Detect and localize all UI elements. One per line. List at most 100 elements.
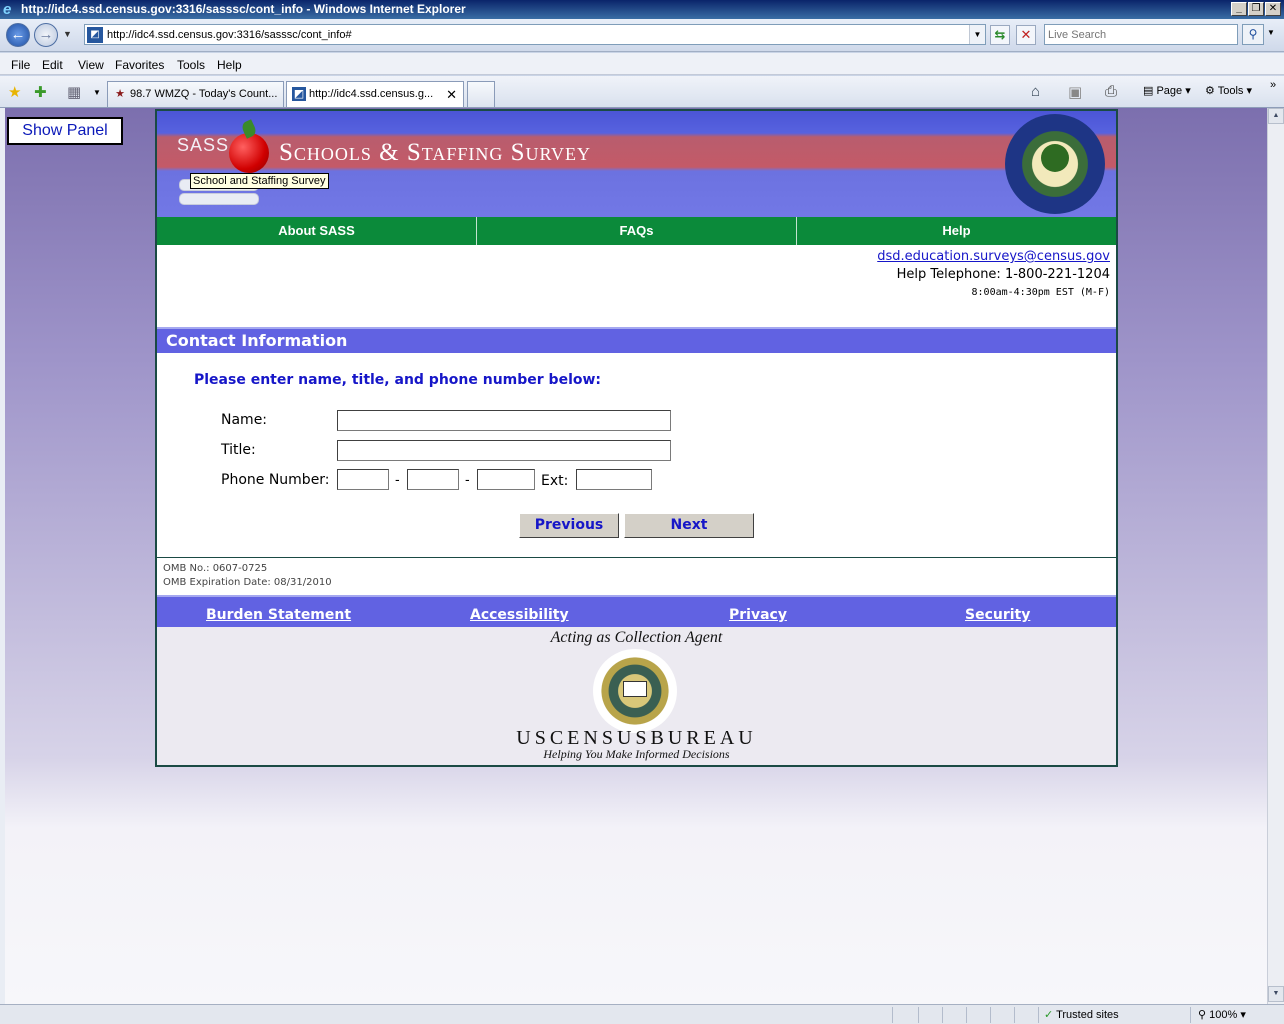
search-icon[interactable]: ⚲ (1242, 24, 1264, 45)
tab-census[interactable]: ◩ http://idc4.ssd.census.g... ✕ (286, 81, 464, 107)
address-toolbar: ← → ▼ ◩ http://idc4.ssd.census.gov:3316/… (0, 19, 1284, 52)
favorites-star-icon[interactable]: ★ (8, 83, 21, 101)
phone-area-code-input[interactable] (337, 469, 389, 490)
survey-title: Schools & Staffing Survey (279, 139, 592, 166)
nav-faqs[interactable]: FAQs (477, 217, 797, 245)
wmzq-favicon-icon: ★ (115, 88, 125, 100)
phone-ext-input[interactable] (576, 469, 652, 490)
tab-bar: ★ ✚ ▦ ▼ ★ 98.7 WMZQ - Today's Count... ◩… (0, 76, 1284, 108)
forward-button[interactable]: → (34, 23, 58, 47)
help-email-link[interactable]: dsd.education.surveys@census.gov (877, 249, 1110, 264)
menu-edit[interactable]: Edit (42, 58, 63, 72)
form-instructions: Please enter name, title, and phone numb… (194, 372, 602, 388)
phone-line-input[interactable] (477, 469, 535, 490)
new-tab-button[interactable] (467, 81, 495, 107)
security-link[interactable]: Security (965, 607, 1030, 623)
close-tab-icon[interactable]: ✕ (446, 87, 457, 103)
scroll-down-icon[interactable]: ▼ (1268, 986, 1284, 1002)
tab-wmzq[interactable]: ★ 98.7 WMZQ - Today's Count... (107, 81, 284, 107)
footer-links: Burden Statement Accessibility Privacy S… (157, 595, 1116, 627)
name-input[interactable] (337, 410, 671, 431)
print-icon[interactable]: ⎙ (1105, 83, 1117, 100)
name-label: Name: (221, 412, 268, 428)
collection-agent: Acting as Collection Agent USCENSUSBUREA… (157, 627, 1116, 765)
menu-file[interactable]: File (11, 58, 30, 72)
tools-menu[interactable]: ⚙ Tools ▾ (1205, 84, 1252, 97)
scroll-up-icon[interactable]: ▲ (1268, 108, 1284, 124)
refresh-button[interactable]: ⇆ (990, 25, 1010, 45)
privacy-link[interactable]: Privacy (729, 607, 787, 623)
department-of-education-seal-icon (1005, 114, 1105, 214)
phone-label: Phone Number: (221, 472, 330, 488)
nav-help[interactable]: Help (797, 217, 1116, 245)
phone-dash: - (465, 471, 470, 487)
search-options-dropdown[interactable]: ▼ (1267, 28, 1275, 37)
tab-list-dropdown-icon[interactable]: ▼ (93, 88, 101, 97)
close-window-button[interactable]: ✕ (1265, 2, 1281, 16)
omb-number: OMB No.: 0607-0725 (163, 563, 268, 574)
security-zone[interactable]: ✓ Trusted sites (1044, 1008, 1119, 1021)
seal-book-icon (623, 681, 647, 697)
search-field[interactable] (1044, 24, 1238, 45)
tab-census-label: http://idc4.ssd.census.g... (309, 88, 434, 100)
status-segment (966, 1007, 967, 1023)
help-contact: dsd.education.surveys@census.gov Help Te… (157, 245, 1116, 327)
ext-label: Ext: (541, 473, 569, 489)
previous-button[interactable]: Previous (519, 513, 619, 538)
status-segment (942, 1007, 943, 1023)
menu-help[interactable]: Help (217, 58, 242, 72)
address-field[interactable]: ◩ http://idc4.ssd.census.gov:3316/sasssc… (84, 24, 986, 45)
survey-page: SASS Schools & Staffing Survey School an… (155, 109, 1118, 767)
feeds-icon[interactable]: ▣ (1068, 83, 1082, 101)
seal-tree-icon (1041, 144, 1069, 172)
phone-prefix-input[interactable] (407, 469, 459, 490)
help-hours: 8:00am-4:30pm EST (M-F) (971, 287, 1110, 298)
title-label: Title: (221, 442, 256, 458)
tools-menu-label: Tools (1217, 85, 1244, 97)
collection-agent-text: Acting as Collection Agent (550, 629, 723, 646)
back-button[interactable]: ← (6, 23, 30, 47)
top-navigation: About SASS FAQs Help (157, 217, 1116, 245)
sass-logo-text: SASS (177, 135, 230, 155)
accessibility-link[interactable]: Accessibility (470, 607, 569, 623)
title-input[interactable] (337, 440, 671, 461)
stop-button[interactable]: ✕ (1016, 25, 1036, 45)
status-segment (1190, 1007, 1191, 1023)
census-tagline: Helping You Make Informed Decisions (543, 747, 730, 761)
census-bureau-seal-icon (593, 649, 677, 733)
quick-tabs-icon[interactable]: ▦ (67, 83, 81, 101)
zoom-level-label: 100% (1209, 1009, 1238, 1021)
nav-about-sass[interactable]: About SASS (157, 217, 477, 245)
site-favicon-icon: ◩ (87, 27, 103, 43)
menu-favorites[interactable]: Favorites (115, 58, 164, 72)
minimize-button[interactable]: _ (1231, 2, 1247, 16)
vertical-scrollbar[interactable]: ▲ ▼ (1267, 108, 1284, 1004)
menu-view[interactable]: View (78, 58, 104, 72)
status-segment (1014, 1007, 1015, 1023)
menu-tools[interactable]: Tools (177, 58, 205, 72)
contact-form: Please enter name, title, and phone numb… (157, 353, 1116, 557)
status-segment (892, 1007, 893, 1023)
search-input[interactable] (1045, 25, 1237, 44)
show-panel-button[interactable]: Show Panel (7, 117, 123, 145)
recent-pages-dropdown[interactable]: ▼ (63, 29, 72, 39)
add-favorite-icon[interactable]: ✚ (34, 83, 47, 101)
address-dropdown-icon[interactable]: ▼ (969, 25, 985, 44)
home-icon[interactable]: ⌂ (1031, 83, 1040, 100)
sass-banner: SASS Schools & Staffing Survey School an… (157, 111, 1116, 217)
next-button[interactable]: Next (624, 513, 754, 538)
help-telephone: Help Telephone: 1-800-221-1204 (896, 267, 1110, 282)
burden-statement-link[interactable]: Burden Statement (206, 607, 351, 623)
security-zone-label: Trusted sites (1056, 1009, 1119, 1021)
menu-bar: File Edit View Favorites Tools Help (0, 53, 1284, 75)
window-titlebar: e http://idc4.ssd.census.gov:3316/sasssc… (0, 0, 1284, 19)
status-segment (990, 1007, 991, 1023)
page-menu[interactable]: ▤ Page ▾ (1143, 84, 1191, 97)
restore-button[interactable]: ❐ (1248, 2, 1264, 16)
ie-logo-icon: e (3, 1, 12, 18)
more-commands-icon[interactable]: » (1270, 79, 1276, 91)
zoom-level[interactable]: ⚲ 100% ▾ (1198, 1008, 1246, 1021)
census-favicon-icon: ◩ (292, 87, 306, 101)
status-bar: ✓ Trusted sites ⚲ 100% ▾ (0, 1004, 1284, 1024)
address-url[interactable]: http://idc4.ssd.census.gov:3316/sasssc/c… (107, 29, 352, 41)
